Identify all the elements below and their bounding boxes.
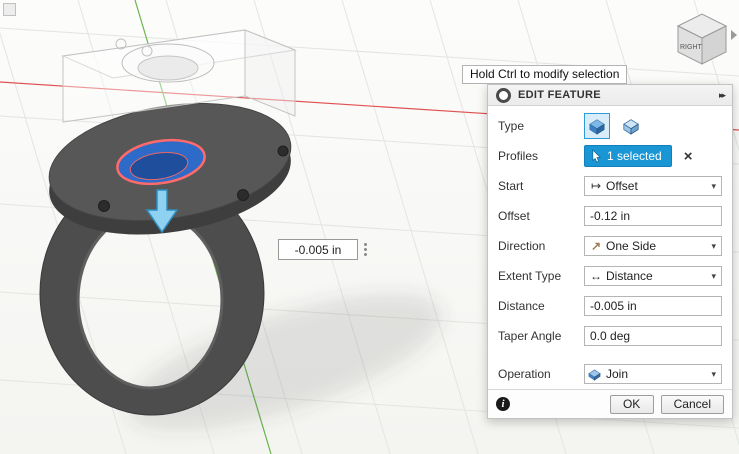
offset-plane-icon: ↦ — [590, 179, 602, 193]
offset-label: Offset — [498, 209, 530, 223]
chevron-down-icon: ▾ — [711, 180, 716, 191]
drag-grip-icon[interactable] — [358, 239, 372, 260]
row-taper-angle: Taper Angle — [488, 321, 732, 351]
start-label: Start — [498, 179, 524, 193]
extrude-thin-icon[interactable] — [618, 113, 644, 139]
plate-hole — [237, 189, 249, 201]
row-start: Start ↦ Offset ▾ — [488, 171, 732, 201]
info-icon[interactable]: i — [496, 397, 510, 411]
ok-button[interactable]: OK — [609, 394, 654, 414]
operation-value: Join — [606, 367, 629, 381]
distance-label: Distance — [498, 299, 545, 313]
fusion-viewport: RIGHT Hold Ctrl to modify selection EDIT… — [0, 0, 739, 454]
chevron-down-icon: ▾ — [711, 240, 716, 251]
join-operation-icon — [588, 368, 604, 381]
profiles-label: Profiles — [498, 149, 539, 163]
operation-label: Operation — [498, 367, 551, 381]
direction-label: Direction — [498, 239, 546, 253]
cancel-button[interactable]: Cancel — [660, 394, 724, 414]
extent-type-value: Distance — [606, 269, 653, 283]
plate-hole — [98, 200, 110, 212]
row-operation: Operation Join ▾ — [488, 359, 732, 389]
distance-input[interactable] — [584, 296, 722, 316]
row-extent-type: Extent Type ↔ Distance ▾ — [488, 261, 732, 291]
plate-hole — [277, 145, 289, 157]
clear-selection-icon[interactable]: × — [684, 149, 693, 164]
taper-angle-label: Taper Angle — [498, 329, 562, 343]
edit-feature-dialog: EDIT FEATURE ▸▸ Type Profiles 1 selected… — [487, 84, 733, 419]
row-distance: Distance — [488, 291, 732, 321]
chevron-down-icon: ▾ — [711, 368, 716, 379]
cursor-icon — [592, 149, 601, 163]
start-dropdown[interactable]: ↦ Offset ▾ — [584, 176, 722, 196]
dialog-header[interactable]: EDIT FEATURE ▸▸ — [488, 85, 732, 106]
direction-dropdown[interactable]: ↗ One Side ▾ — [584, 236, 722, 256]
profiles-selected-button[interactable]: 1 selected — [584, 145, 672, 167]
extrude-solid-icon[interactable] — [584, 113, 610, 139]
selection-tooltip: Hold Ctrl to modify selection — [462, 65, 628, 84]
canvas-corner-icon[interactable] — [3, 3, 16, 16]
feature-icon — [496, 87, 511, 103]
floating-dimension — [278, 239, 372, 260]
ring-inner-rim — [76, 210, 224, 390]
profiles-selected-count: 1 selected — [607, 149, 662, 163]
start-value: Offset — [606, 179, 638, 193]
distance-dimension-input[interactable] — [278, 239, 358, 260]
dialog-body: Type Profiles 1 selected × Start ↦ Offse… — [488, 106, 732, 389]
direction-value: One Side — [606, 239, 657, 253]
row-profiles: Profiles 1 selected × — [488, 141, 732, 171]
dialog-footer: i OK Cancel — [488, 389, 732, 418]
viewcube[interactable]: RIGHT — [676, 13, 737, 65]
extent-type-dropdown[interactable]: ↔ Distance ▾ — [584, 266, 722, 286]
row-direction: Direction ↗ One Side ▾ — [488, 231, 732, 261]
extent-type-label: Extent Type — [498, 269, 562, 283]
operation-dropdown[interactable]: Join ▾ — [584, 364, 722, 384]
dialog-title: EDIT FEATURE — [518, 89, 601, 101]
row-spacer — [488, 351, 732, 359]
viewcube-rotate-arrow-icon[interactable] — [731, 30, 737, 40]
taper-angle-input[interactable] — [584, 326, 722, 346]
row-offset: Offset — [488, 201, 732, 231]
row-type: Type — [488, 111, 732, 141]
expand-dialog-icon[interactable]: ▸▸ — [715, 90, 726, 101]
viewcube-face-label: RIGHT — [680, 44, 703, 51]
type-label: Type — [498, 119, 525, 133]
one-side-arrow-icon: ↗ — [590, 239, 602, 253]
chevron-down-icon: ▾ — [711, 270, 716, 281]
offset-input[interactable] — [584, 206, 722, 226]
model-shadow — [127, 293, 443, 431]
distance-extent-icon: ↔ — [590, 269, 602, 283]
